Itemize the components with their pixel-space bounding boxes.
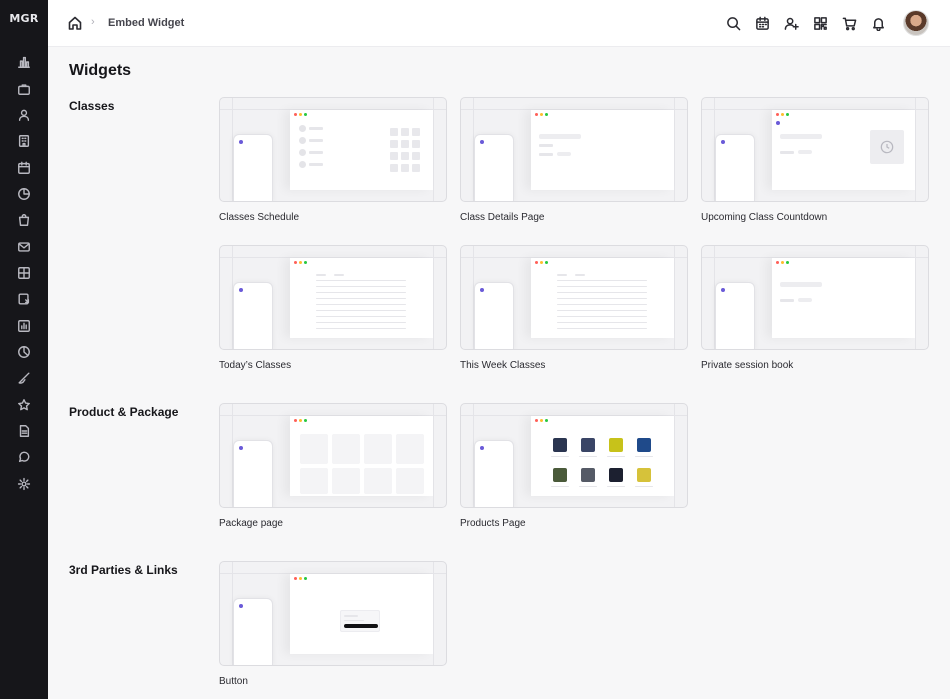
sidebar-item-calendar[interactable] [14, 158, 34, 178]
widget-thumbnail [460, 403, 688, 508]
sidebar-item-users[interactable] [14, 105, 34, 125]
widget-card-button[interactable]: Button [219, 561, 447, 687]
widget-card-label: Classes Schedule [219, 212, 300, 223]
widget-card-classes-schedule[interactable]: Classes Schedule [219, 97, 447, 223]
calendar-icon [18, 161, 30, 174]
search-icon [727, 17, 741, 31]
gear-icon [17, 477, 31, 491]
sidebar-item-support[interactable] [14, 447, 34, 467]
share-icon [18, 293, 30, 305]
bell-icon [873, 18, 884, 32]
widget-card-package-page[interactable]: Package page [219, 403, 447, 529]
sidebar-item-share[interactable] [14, 289, 34, 309]
sidebar-item-messages[interactable] [14, 237, 34, 257]
document-icon [19, 425, 30, 437]
widget-thumbnail [219, 561, 447, 666]
widget-card-label: Package page [219, 518, 283, 529]
home-button[interactable] [67, 15, 83, 31]
section-title-classes: Classes [69, 99, 115, 113]
widget-thumbnail [219, 245, 447, 350]
star-icon [18, 399, 30, 411]
sidebar: MGR [0, 0, 48, 699]
widget-thumbnail [219, 403, 447, 508]
cart-icon [842, 17, 857, 31]
widget-card-upcoming-class-countdown[interactable]: Upcoming Class Countdown [701, 97, 929, 223]
sidebar-item-briefcase[interactable] [14, 79, 34, 99]
widget-card-products-page[interactable]: Products Page [460, 403, 688, 529]
widget-card-class-details-page[interactable]: Class Details Page [460, 97, 688, 223]
chart-bar-icon [18, 56, 30, 68]
building-icon [18, 135, 30, 147]
notifications-button[interactable] [871, 16, 886, 32]
top-header: › Embed Widget [48, 0, 950, 47]
page-title: Widgets [69, 62, 132, 79]
sidebar-item-design[interactable] [14, 368, 34, 388]
mail-icon [18, 242, 30, 252]
widget-card-this-week-classes[interactable]: This Week Classes [460, 245, 688, 371]
widget-card-label: Products Page [460, 518, 526, 529]
add-user-button[interactable] [784, 16, 799, 31]
home-icon [68, 16, 82, 30]
widget-card-todays-classes[interactable]: Today’s Classes [219, 245, 447, 371]
sidebar-item-widgets[interactable] [14, 263, 34, 283]
qr-code-icon [814, 17, 827, 30]
widget-card-label: Today’s Classes [219, 360, 292, 371]
widget-thumbnail [460, 245, 688, 350]
widget-thumbnail [701, 245, 929, 350]
sidebar-item-building[interactable] [14, 131, 34, 151]
search-button[interactable] [726, 16, 741, 31]
qr-code-button[interactable] [813, 16, 828, 31]
widget-card-label: This Week Classes [460, 360, 546, 371]
widget-card-label: Upcoming Class Countdown [701, 212, 828, 223]
chat-icon [18, 451, 30, 463]
breadcrumb-separator: › [91, 16, 95, 28]
widget-card-private-session-book[interactable]: Private session book [701, 245, 929, 371]
pie-chart-icon [18, 188, 30, 200]
avatar[interactable] [903, 10, 929, 36]
sidebar-item-reports[interactable] [14, 184, 34, 204]
sidebar-item-shop[interactable] [14, 210, 34, 230]
user-icon [18, 109, 30, 121]
app-logo[interactable]: MGR [0, 12, 48, 25]
pie-icon [18, 346, 30, 358]
calendar-button[interactable] [755, 16, 770, 31]
grid-icon [18, 267, 30, 279]
section-title-3rd-parties-links: 3rd Parties & Links [69, 563, 178, 577]
calendar-icon [756, 16, 769, 30]
sidebar-item-analytics[interactable] [14, 316, 34, 336]
cart-button[interactable] [842, 16, 857, 31]
section-title-product-package: Product & Package [69, 405, 179, 419]
breadcrumb-current: Embed Widget [108, 17, 185, 29]
sidebar-item-documents[interactable] [14, 421, 34, 441]
widget-thumbnail [460, 97, 688, 202]
sidebar-item-favorites[interactable] [14, 395, 34, 415]
brush-icon [18, 372, 30, 384]
widget-card-label: Class Details Page [460, 212, 545, 223]
sidebar-item-stats[interactable] [14, 342, 34, 362]
shopping-bag-icon [18, 214, 30, 226]
widget-thumbnail [219, 97, 447, 202]
widget-thumbnail [701, 97, 929, 202]
add-user-icon [784, 17, 799, 30]
briefcase-icon [18, 84, 30, 95]
sidebar-item-settings[interactable] [14, 474, 34, 494]
widget-card-label: Button [219, 676, 248, 687]
widget-card-label: Private session book [701, 360, 794, 371]
clock-icon [880, 140, 894, 154]
sidebar-item-dashboard[interactable] [14, 52, 34, 72]
bar-chart-icon [18, 320, 30, 332]
